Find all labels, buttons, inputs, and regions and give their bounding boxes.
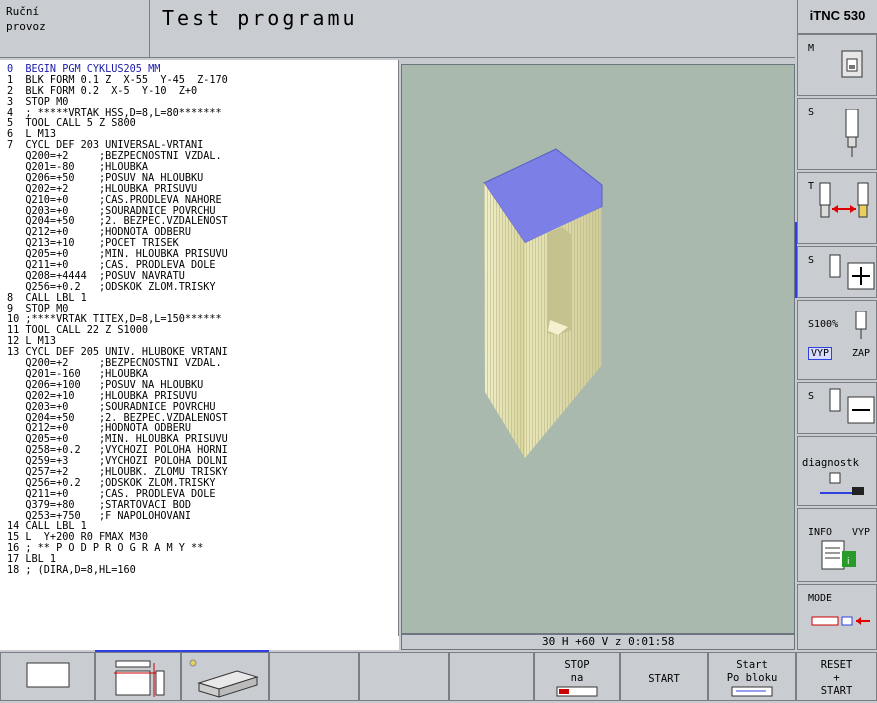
program-line[interactable]: 5 TOOL CALL 5 Z S800 [7, 119, 398, 130]
softkey-start-block[interactable]: Start Po bloku [708, 652, 796, 701]
stop-line1: STOP [564, 659, 590, 671]
softkey-start[interactable]: START [620, 652, 708, 701]
softkey-m-function[interactable]: M [797, 34, 877, 96]
drilled-slot [547, 227, 572, 335]
program-line[interactable]: 16 ; ** P O D P R O G R A M Y ** [7, 543, 398, 555]
softkey-stop-at[interactable]: STOP na [534, 652, 620, 701]
workpiece-3d-view [483, 148, 603, 458]
softkey-tool-change[interactable]: T [797, 172, 877, 244]
diagnostics-icon [820, 472, 864, 495]
softkey-spindle-plus[interactable]: S [797, 246, 877, 298]
control-brand: iTNC 530 [797, 0, 877, 34]
softkey-view-3d[interactable] [181, 652, 269, 701]
softkey-spindle[interactable]: S [797, 98, 877, 170]
three-planes-icon [114, 660, 165, 697]
machine-icon [841, 50, 863, 78]
program-line[interactable]: Q211=+0 ;CAS. PRODLEVA DOLE [7, 489, 398, 501]
start-block-line2: Po bloku [726, 672, 778, 684]
operating-mode-label: Ruční provoz [0, 0, 150, 58]
softkey-mode[interactable]: MODE [797, 584, 877, 650]
stop-line2: na [570, 672, 584, 684]
program-listing-footer [0, 636, 399, 650]
softkey-empty-3[interactable] [449, 652, 534, 701]
softkey-empty-2[interactable] [359, 652, 449, 701]
program-listing[interactable]: 0 BEGIN PGM CYKLUS205 MM 1 BLK FORM 0.1 Z… [0, 60, 399, 636]
diagnostics-label: diagnostk [802, 457, 859, 469]
spindle-small-icon [855, 311, 867, 339]
reset-line3: START [820, 685, 853, 697]
start-block-line1: Start [736, 659, 768, 671]
reset-line1: RESET [820, 659, 853, 671]
softkey-diagnostics[interactable]: diagnostk [797, 436, 877, 506]
3d-view-icon [189, 659, 259, 698]
info-state: VYP [852, 527, 871, 538]
page-title: Test programu [150, 0, 795, 58]
program-line[interactable]: 3 STOP M0 [7, 97, 398, 109]
reset-line2: + [833, 672, 840, 684]
program-line[interactable]: 18 ; (DIRA,D=8,HL=160 [7, 565, 398, 577]
spindle-tool-icon [845, 109, 859, 157]
mode-icon [811, 616, 870, 626]
softkey-reset-start[interactable]: RESET + START [796, 652, 877, 701]
s-minus-label: S [808, 391, 815, 402]
softkey-empty-1[interactable] [269, 652, 359, 701]
stop-at-icon [556, 686, 598, 697]
s100-label: S100% [808, 319, 839, 330]
svg-text:i: i [847, 557, 850, 567]
mode-line1: Ruční [6, 5, 40, 18]
start-label: START [648, 673, 680, 685]
spindle-on-button[interactable]: ZAP [852, 348, 870, 359]
single-block-icon [731, 686, 773, 697]
simulation-status: 30 H +60 V z 0:01:58 [401, 634, 795, 650]
spindle-plus-icon [829, 254, 875, 290]
mode-label: MODE [808, 593, 833, 604]
program-line[interactable]: 8 CALL LBL 1 [7, 293, 398, 305]
info-label: INFO [808, 527, 833, 538]
softkey-spindle-override[interactable]: S100% VYP ZAP [797, 300, 877, 380]
info-document-icon: i [821, 540, 856, 570]
s-plus-label: S [808, 255, 815, 266]
m-label: M [808, 43, 815, 54]
program-line[interactable]: Q202=+10 ;HLOUBKA PRISUVU [7, 391, 398, 403]
tool-change-icon [819, 182, 869, 218]
softkey-view-three-planes[interactable] [95, 652, 181, 701]
plan-view-icon [26, 662, 69, 688]
program-line[interactable]: Q203=+0 ;SOURADNICE POVRCHU [7, 402, 398, 414]
softkey-spindle-minus[interactable]: S [797, 382, 877, 434]
spindle-minus-icon [829, 388, 875, 424]
program-line[interactable]: 11 TOOL CALL 22 Z S1000 [7, 325, 398, 337]
spindle-off-button[interactable]: VYP [808, 347, 833, 360]
program-line[interactable]: Q379=+80 ;STARTOVACI BOD [7, 500, 398, 512]
simulation-graphics [401, 64, 795, 634]
softkey-info[interactable]: INFO VYP i [797, 508, 877, 582]
softkey-view-plan[interactable] [0, 652, 95, 701]
program-line[interactable]: Q210=+0 ;CAS.PRODLEVA NAHORE [7, 195, 398, 207]
s-label: S [808, 107, 815, 118]
mode-line2: provoz [6, 20, 46, 33]
